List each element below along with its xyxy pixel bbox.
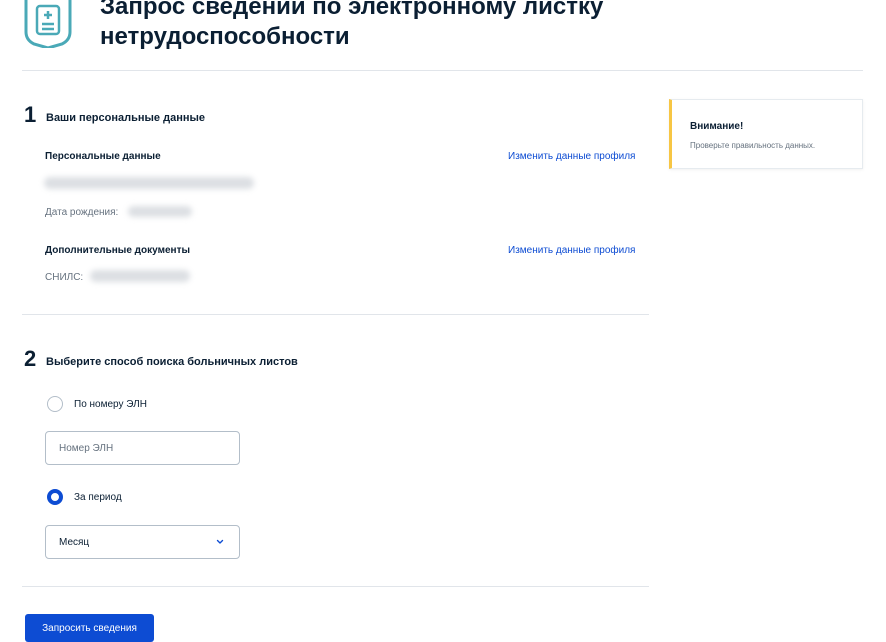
- redacted-birth-date: [128, 206, 192, 217]
- eln-number-input[interactable]: [45, 431, 240, 465]
- title-divider: [22, 70, 863, 71]
- page-title: Запрос сведений по электронному листку н…: [100, 0, 604, 50]
- request-info-button[interactable]: Запросить сведения: [25, 614, 154, 642]
- step-1-number: 1: [24, 102, 37, 127]
- document-shield-icon: [24, 0, 72, 48]
- radio-eln-number-label: По номеру ЭЛН: [74, 399, 147, 410]
- redacted-snils: [90, 270, 190, 282]
- radio-period[interactable]: [47, 489, 63, 505]
- section-divider-bottom: [22, 586, 649, 587]
- section-divider: [22, 314, 649, 315]
- step-1-title: Ваши персональные данные: [46, 112, 205, 124]
- step-2-number: 2: [24, 346, 37, 371]
- radio-eln-number[interactable]: [47, 396, 63, 412]
- attention-notice: Внимание! Проверьте правильность данных.: [669, 99, 863, 169]
- edit-profile-link[interactable]: Изменить данные профиля: [508, 150, 635, 163]
- notice-text: Проверьте правильность данных.: [690, 141, 816, 150]
- step-2-title: Выберите способ поиска больничных листов: [46, 356, 298, 368]
- chevron-down-icon: [216, 539, 224, 544]
- radio-period-label: За период: [74, 492, 122, 503]
- edit-profile-link-2[interactable]: Изменить данные профиля: [508, 244, 635, 257]
- snils-label: СНИЛС:: [45, 272, 84, 283]
- notice-title: Внимание!: [690, 121, 744, 132]
- birth-date-label: Дата рождения:: [45, 207, 119, 218]
- additional-docs-label: Дополнительные документы: [45, 245, 190, 256]
- period-select[interactable]: Месяц: [45, 525, 240, 559]
- personal-data-label: Персональные данные: [45, 151, 161, 162]
- period-select-value: Месяц: [59, 537, 90, 548]
- redacted-full-name: [44, 177, 254, 189]
